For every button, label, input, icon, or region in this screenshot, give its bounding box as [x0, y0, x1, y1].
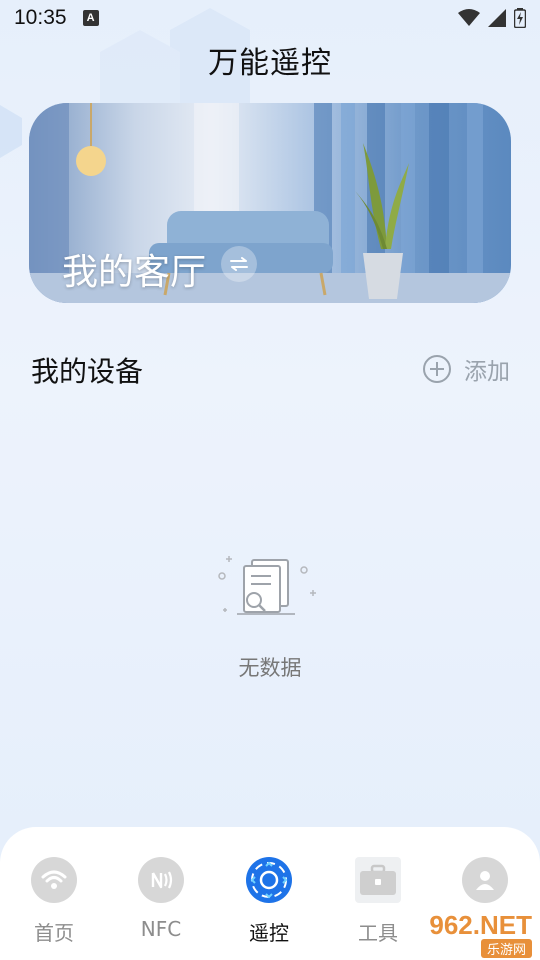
plus-circle-icon — [423, 355, 451, 383]
remote-control-icon — [246, 857, 292, 903]
watermark-sub: 乐游网 — [480, 939, 532, 958]
wifi-icon — [31, 857, 77, 903]
swap-icon — [230, 257, 248, 271]
battery-charging-icon — [514, 8, 526, 28]
document-search-icon — [218, 556, 316, 615]
tab-nfc[interactable]: NFC — [121, 857, 201, 941]
tab-label: 工具 — [358, 921, 398, 945]
notification-icon: A — [82, 10, 99, 26]
tab-home[interactable]: 首页 — [14, 857, 94, 946]
watermark-logo: 962.NET 乐游网 — [401, 908, 540, 960]
status-time: 10:35 — [14, 6, 67, 29]
watermark-main: 962.NET — [429, 910, 532, 940]
room-name: 我的客厅 — [62, 252, 207, 293]
page-title: 万能遥控 — [208, 46, 332, 81]
signal-icon — [488, 9, 506, 27]
nfc-icon — [138, 857, 184, 903]
add-device-button[interactable]: 添加 — [422, 352, 510, 386]
add-label: 添加 — [464, 359, 510, 385]
tab-label: NFC — [140, 917, 182, 941]
user-icon — [462, 857, 508, 903]
status-icons — [458, 8, 526, 28]
empty-text: 无数据 — [238, 656, 302, 680]
section-title: 我的设备 — [31, 355, 144, 388]
wifi-icon — [458, 9, 480, 26]
status-bar: 10:35 A — [0, 0, 540, 36]
room-card[interactable]: 我的客厅 — [29, 103, 511, 303]
tab-label: 遥控 — [249, 921, 289, 945]
empty-state — [0, 548, 540, 632]
toolbox-icon — [355, 857, 401, 903]
switch-room-button[interactable] — [221, 246, 257, 282]
tab-label: 首页 — [34, 921, 74, 945]
tab-remote[interactable]: 遥控 — [229, 857, 309, 946]
